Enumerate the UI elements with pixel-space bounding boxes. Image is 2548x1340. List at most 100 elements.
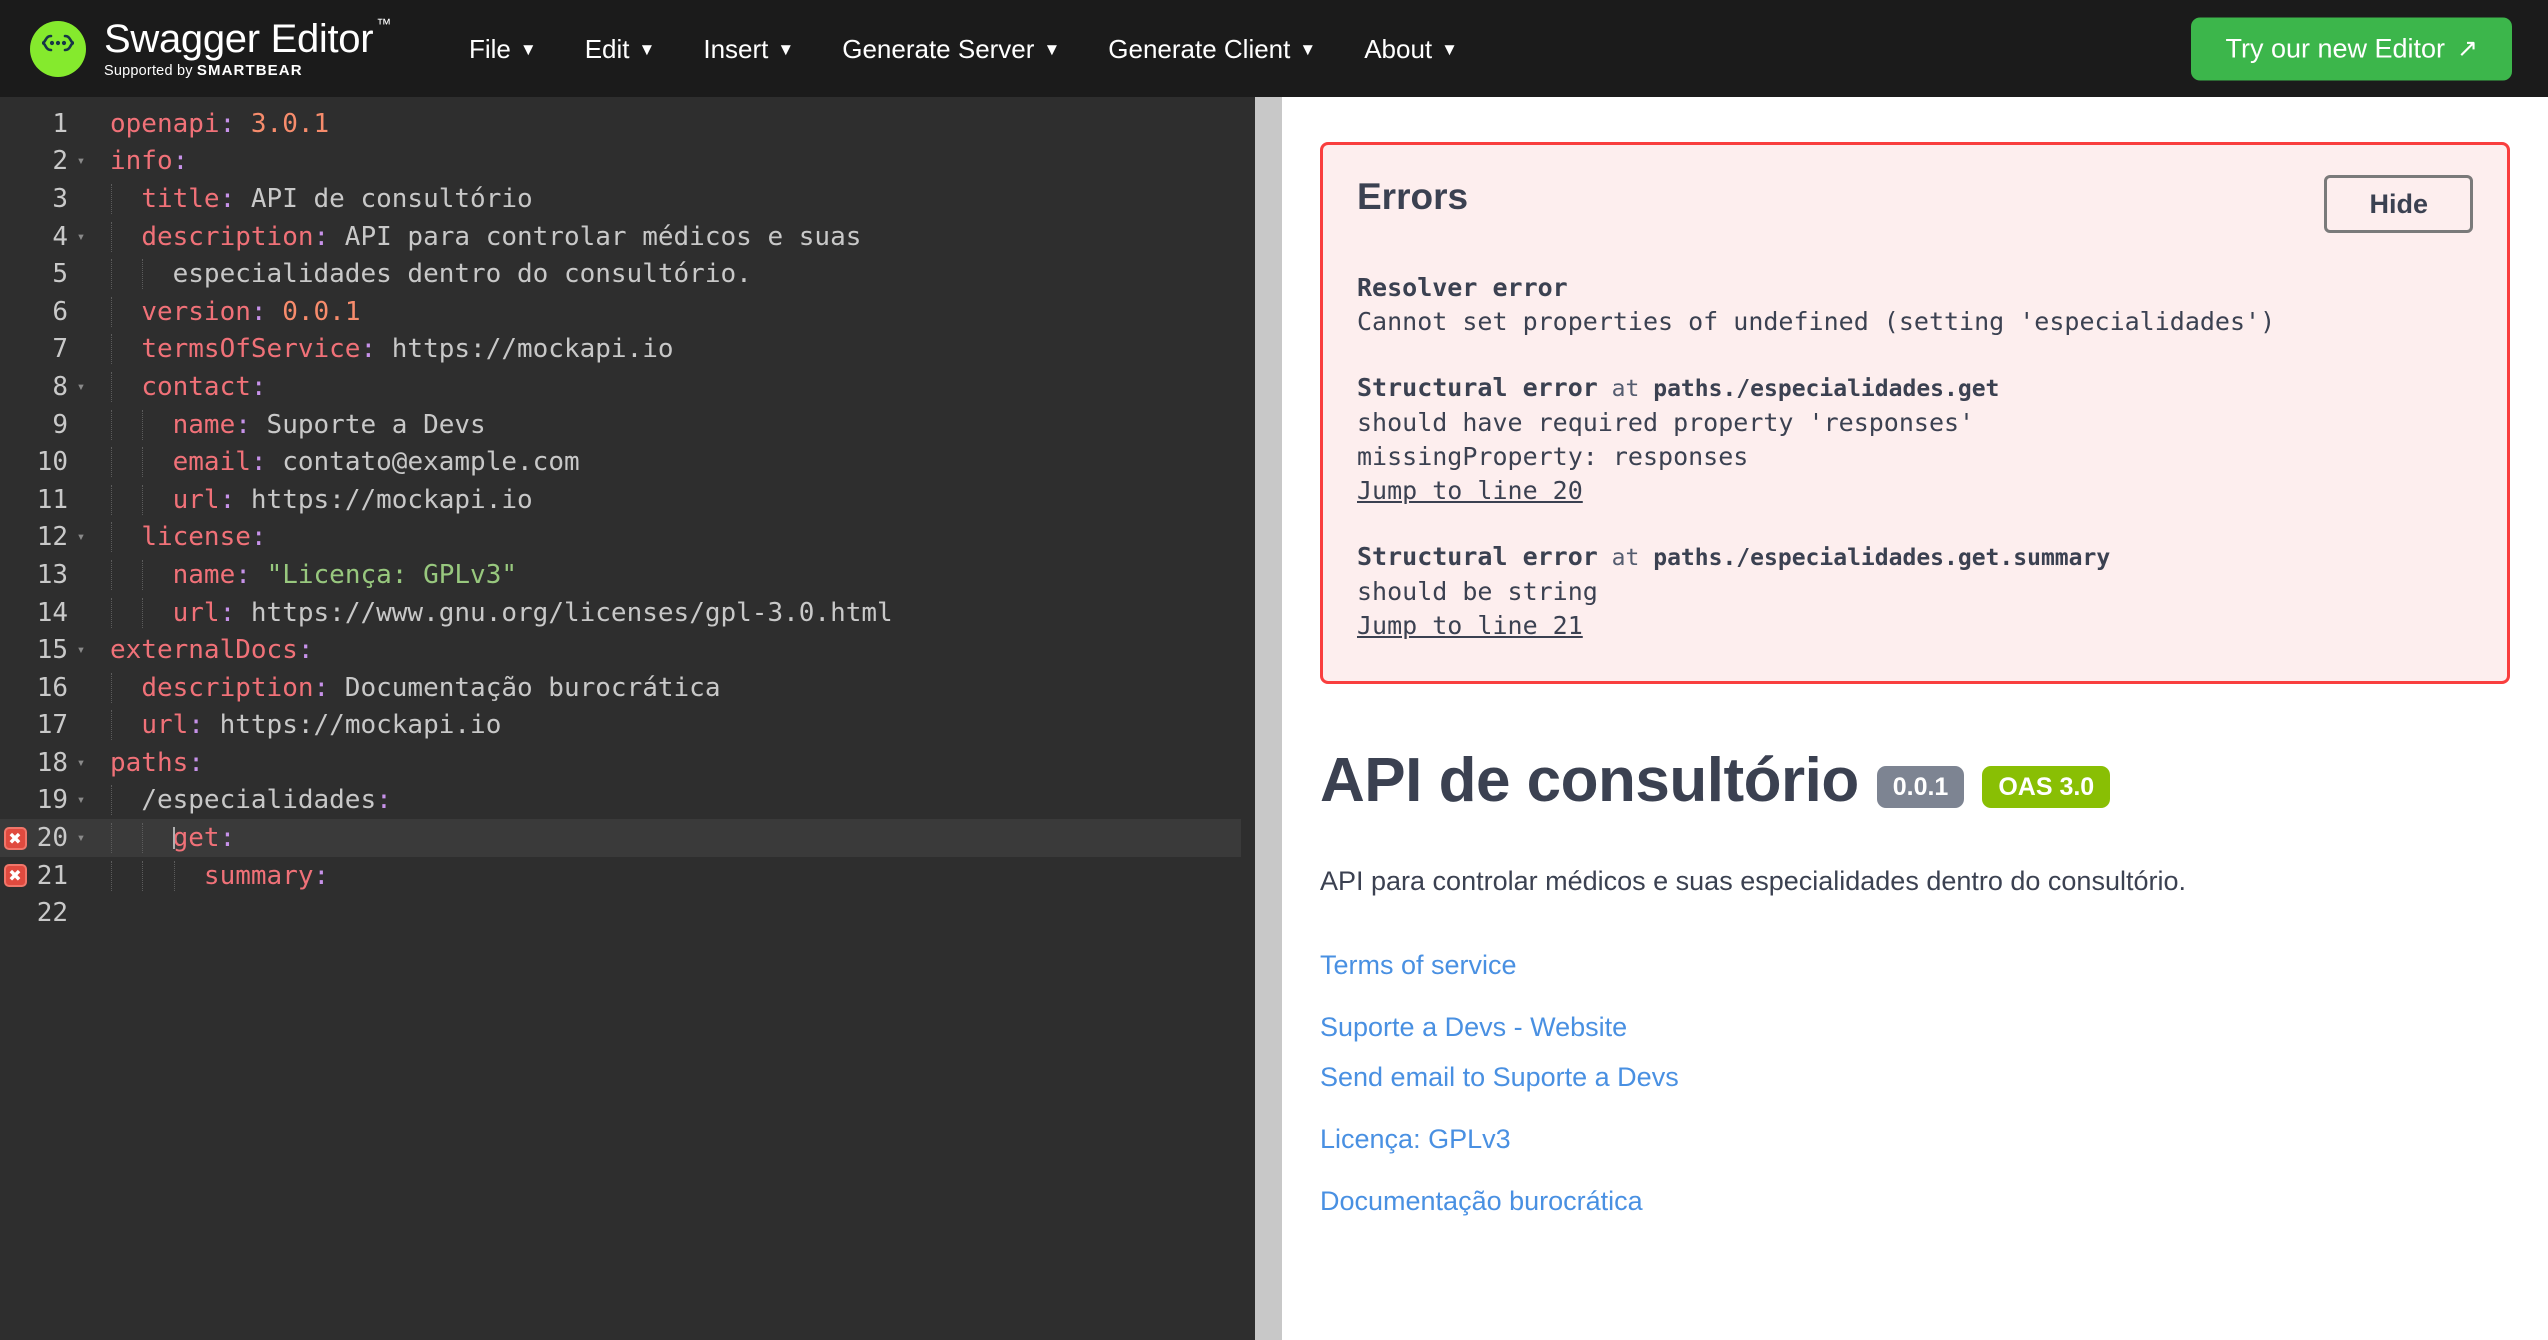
main-menu: File ▼ Edit ▼ Insert ▼ Generate Server ▼ Generat… [445, 24, 1482, 74]
menu-item-insert[interactable]: Insert ▼ [679, 24, 818, 74]
token-val: API para controlar médicos e suas [329, 221, 862, 252]
fold-toggle-icon[interactable]: ▾ [68, 748, 94, 778]
menu-item-edit[interactable]: Edit ▼ [561, 24, 680, 74]
indent-guide [111, 522, 112, 553]
menu-item-label: Edit [584, 33, 630, 64]
error-marker-icon[interactable]: ✖ [3, 826, 27, 850]
api-info-link[interactable]: Terms of service [1320, 940, 2510, 990]
chevron-down-icon: ▼ [1043, 40, 1061, 59]
code-line[interactable]: 11 url: https://mockapi.io [0, 481, 1255, 519]
indent-guide [111, 559, 112, 590]
code-line-text: version: 0.0.1 [110, 296, 360, 327]
api-info-link[interactable]: Licença: GPLv3 [1320, 1114, 2510, 1164]
fold-toggle-icon[interactable]: ▾ [68, 522, 94, 552]
token-key: url [141, 710, 189, 741]
indent-guide [142, 484, 144, 515]
api-info-link[interactable]: Suporte a Devs - Website [1320, 1002, 2510, 1052]
editor-vertical-scrollbar[interactable] [1241, 97, 1255, 1340]
code-line-text: url: https://www.gnu.org/licenses/gpl-3.… [110, 597, 893, 628]
fold-toggle-icon[interactable]: ▾ [68, 222, 94, 252]
token-colon: : [219, 183, 236, 214]
token-colon: : [297, 635, 314, 666]
line-number: 21 [36, 860, 68, 891]
fold-toggle-icon[interactable]: ▾ [68, 785, 94, 815]
token-colon: : [219, 823, 236, 854]
brand-subtitle: Supported by SMARTBEAR [104, 62, 391, 80]
code-line-text: name: Suporte a Devs [110, 409, 486, 440]
code-line-text: contact: [110, 371, 267, 402]
code-line[interactable]: 15 ▾ externalDocs: [0, 631, 1255, 669]
fold-toggle-icon[interactable]: ▾ [68, 823, 94, 853]
code-line[interactable]: 2 ▾ info: [0, 143, 1255, 181]
code-line[interactable]: 1 openapi: 3.0.1 [0, 105, 1255, 143]
token-val [110, 785, 141, 815]
code-line[interactable]: ✖ 21 summary: [0, 857, 1255, 895]
token-val: especialidades dentro do consultório. [110, 259, 752, 290]
menu-item-generate-server[interactable]: Generate Server ▼ [818, 24, 1084, 74]
code-line[interactable]: ✖ 20 ▾ get: [0, 819, 1255, 857]
hide-errors-button[interactable]: Hide [2324, 175, 2473, 233]
menu-item-about[interactable]: About ▼ [1340, 24, 1482, 74]
line-number: 8 [52, 371, 68, 402]
token-val [110, 673, 141, 703]
menu-item-file[interactable]: File ▼ [445, 24, 561, 74]
code-line-text: openapi: 3.0.1 [110, 109, 329, 139]
code-line[interactable]: 22 [0, 894, 1255, 932]
code-line[interactable]: 12 ▾ license: [0, 519, 1255, 557]
code-line-text: info: [110, 146, 188, 176]
error-detail-line: Cannot set properties of undefined (sett… [1357, 307, 2276, 336]
error-marker-icon[interactable]: ✖ [3, 864, 27, 888]
fold-toggle-icon[interactable]: ▾ [68, 635, 94, 665]
token-key: name [172, 409, 236, 440]
code-line[interactable]: 16 description: Documentação burocrática [0, 669, 1255, 707]
code-line[interactable]: 3 title: API de consultório [0, 180, 1255, 218]
code-line[interactable]: 18 ▾ paths: [0, 744, 1255, 782]
line-number: 9 [52, 409, 68, 440]
api-links-list: Terms of service Suporte a Devs - Website… [1320, 940, 2510, 1226]
try-new-editor-button[interactable]: Try our new Editor ↗ [2191, 17, 2512, 80]
api-info-link[interactable]: Documentação burocrática [1320, 1176, 2510, 1226]
code-line[interactable]: 4 ▾ description: API para controlar médic… [0, 218, 1255, 256]
menu-item-generate-client[interactable]: Generate Client ▼ [1084, 24, 1340, 74]
indent-guide [111, 259, 112, 290]
errors-list: Resolver error Cannot set properties of u… [1357, 271, 2473, 643]
code-line-text: get: [110, 823, 236, 854]
error-item: Structural error at paths./especialidade… [1357, 371, 2473, 508]
jump-to-line-link[interactable]: Jump to line 21 [1357, 609, 1583, 643]
errors-panel-title: Errors [1357, 176, 1469, 217]
code-line-text: description: Documentação burocrática [110, 672, 721, 703]
brand-logo-area[interactable]: Swagger Editor ™ Supported by SMARTBEAR [30, 16, 391, 80]
error-kind: Resolver error [1357, 273, 1568, 302]
api-description: API para controlar médicos e suas especi… [1320, 866, 2186, 896]
code-line[interactable]: 9 name: Suporte a Devs [0, 406, 1255, 444]
top-navigation-bar: Swagger Editor ™ Supported by SMARTBEAR F… [0, 0, 2548, 97]
line-number: 4 [52, 221, 68, 252]
fold-toggle-icon[interactable]: ▾ [68, 146, 94, 176]
error-kind: Structural error [1357, 542, 1598, 571]
token-val [267, 297, 283, 327]
error-item: Resolver error Cannot set properties of u… [1357, 271, 2473, 339]
pane-splitter-handle[interactable] [1255, 97, 1282, 1340]
code-line[interactable]: 17 url: https://mockapi.io [0, 707, 1255, 745]
code-line[interactable]: 6 version: 0.0.1 [0, 293, 1255, 331]
code-line[interactable]: 5 especialidades dentro do consultório. [0, 255, 1255, 293]
code-line[interactable]: 7 termsOfService: https://mockapi.io [0, 331, 1255, 369]
token-key: termsOfService [141, 334, 361, 365]
api-info-link[interactable]: Send email to Suporte a Devs [1320, 1052, 2510, 1102]
jump-to-line-link[interactable]: Jump to line 20 [1357, 474, 1583, 508]
code-line[interactable]: 10 email: contato@example.com [0, 443, 1255, 481]
trademark-symbol: ™ [376, 16, 391, 33]
code-line-text: especialidades dentro do consultório. [110, 259, 752, 290]
token-str: "Licença: GPLv3" [266, 559, 518, 590]
fold-toggle-icon[interactable]: ▾ [68, 372, 94, 402]
token-val: API de consultório [235, 183, 533, 214]
code-lines-container[interactable]: 1 openapi: 3.0.1 2 ▾ info: 3 title: API de co… [0, 97, 1255, 932]
code-line[interactable]: 19 ▾ /especialidades: [0, 782, 1255, 820]
code-line[interactable]: 13 name: "Licença: GPLv3" [0, 556, 1255, 594]
code-line[interactable]: 8 ▾ contact: [0, 368, 1255, 406]
token-val [110, 861, 204, 891]
token-key: version [141, 296, 251, 327]
error-location-path: paths./especialidades.get.summary [1653, 545, 2111, 571]
yaml-code-editor[interactable]: 1 openapi: 3.0.1 2 ▾ info: 3 title: API de co… [0, 97, 1255, 1340]
code-line[interactable]: 14 url: https://www.gnu.org/licenses/gpl… [0, 594, 1255, 632]
